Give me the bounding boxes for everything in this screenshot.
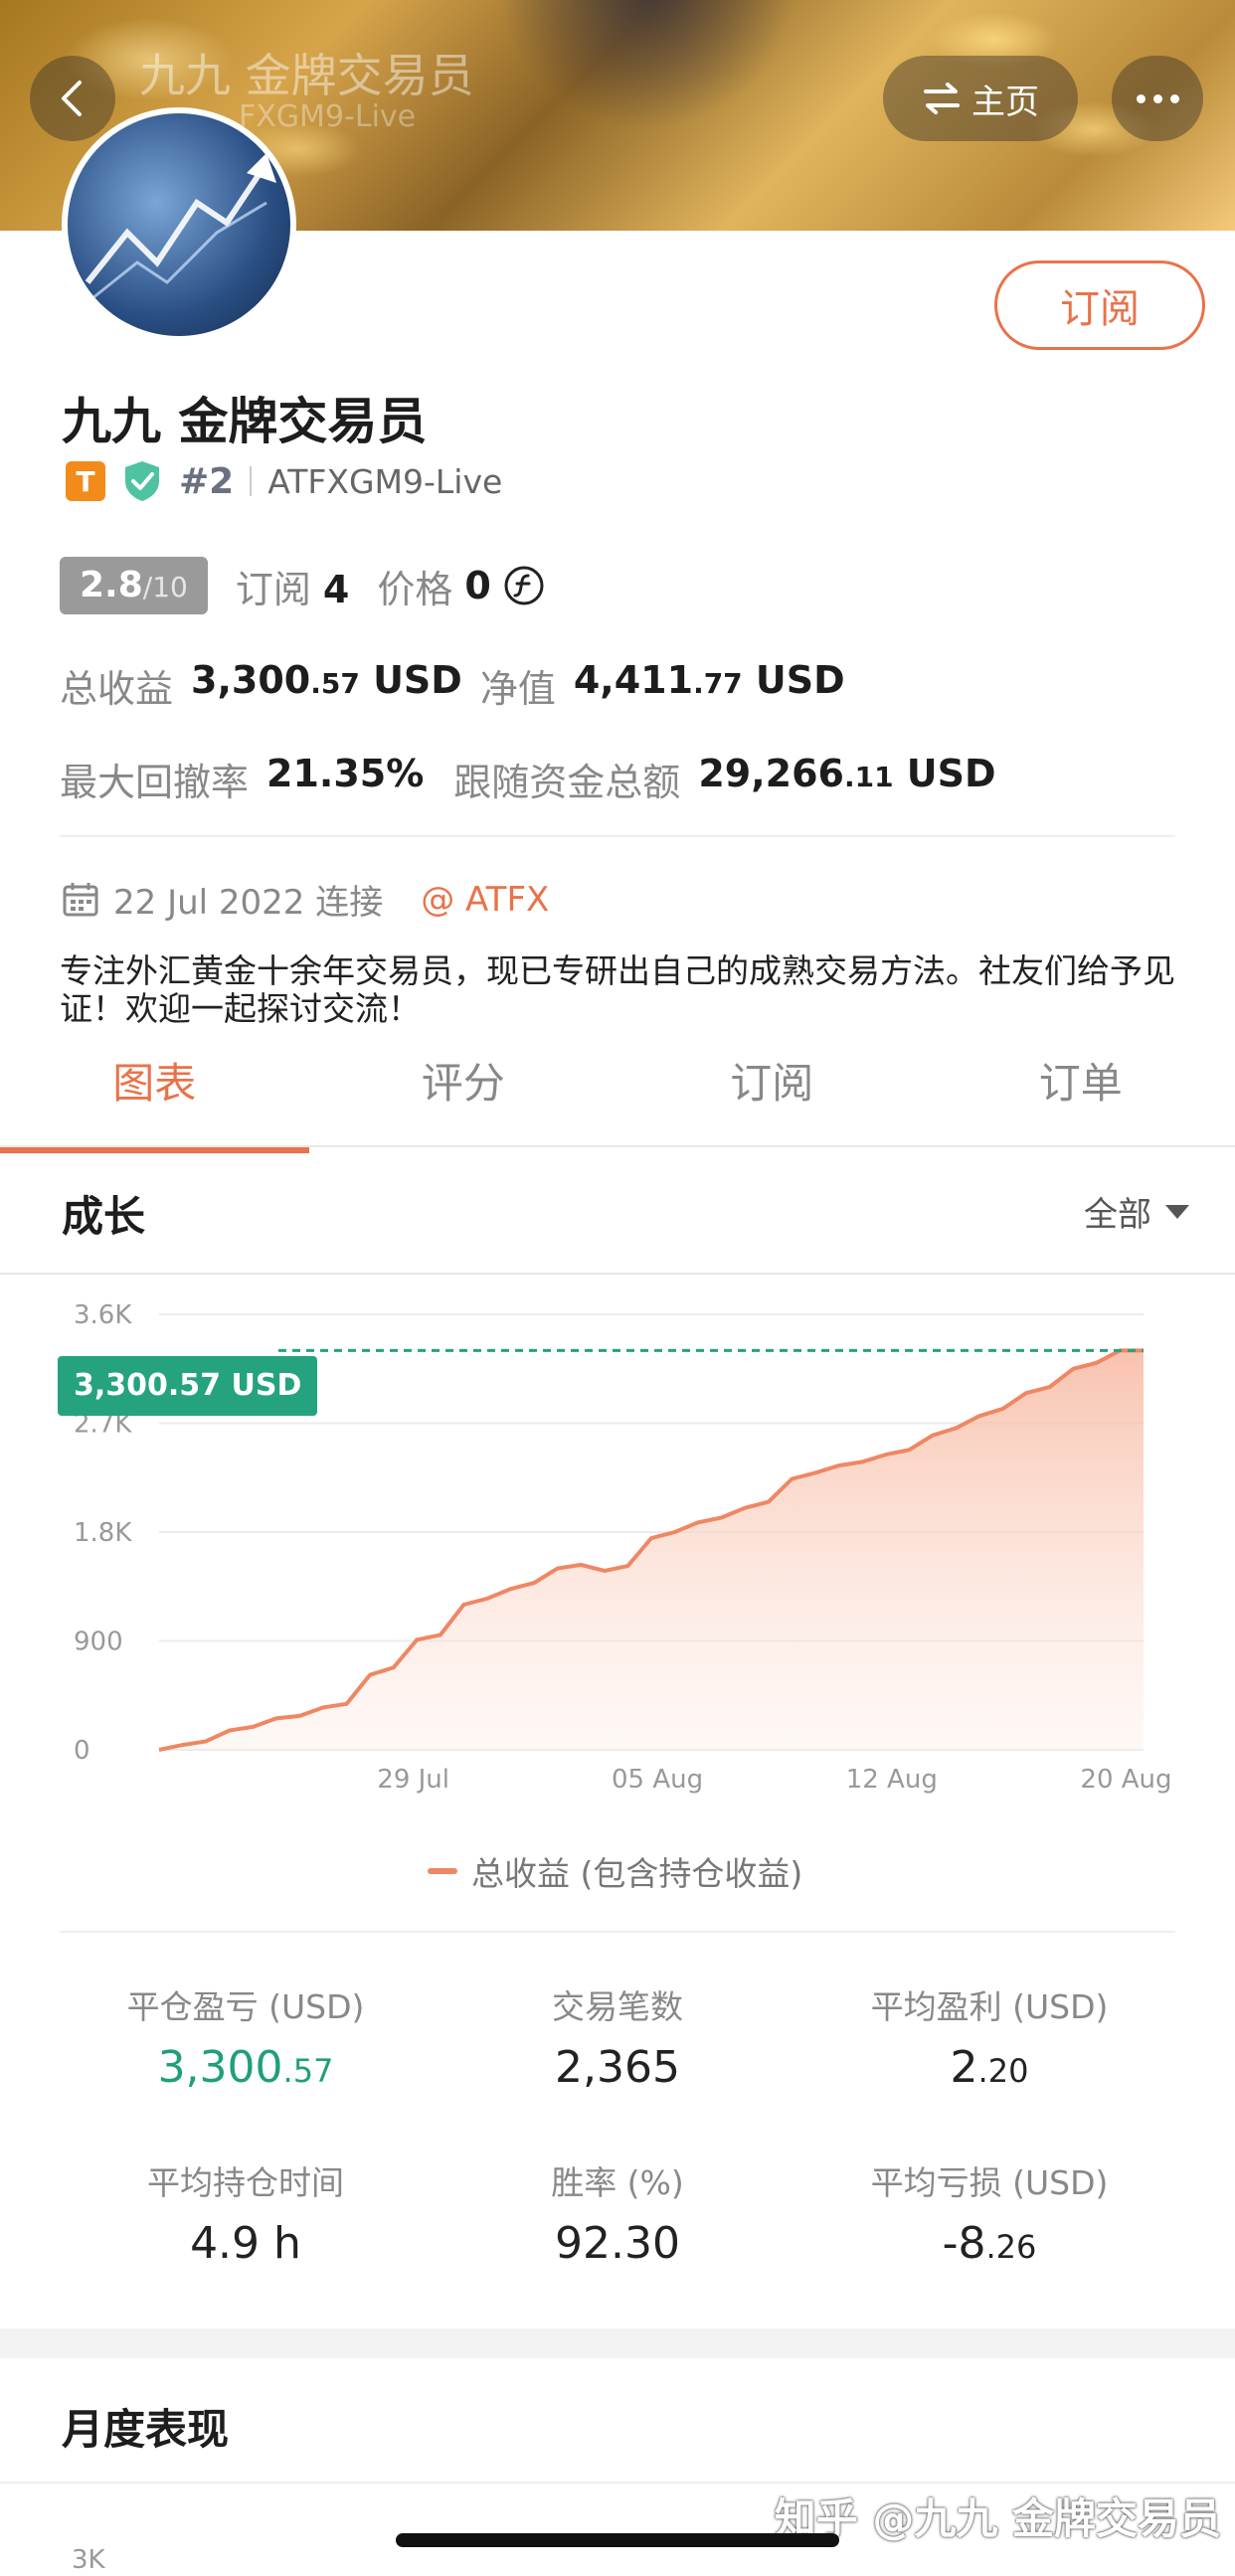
subscribers-stat: 订阅 4 (236, 559, 349, 613)
equity-label: 净值 (479, 667, 556, 711)
summary-label: 平仓盈亏 (USD) (126, 1987, 365, 2026)
back-button[interactable] (30, 56, 115, 141)
summary-label: 交易笔数 (552, 1987, 683, 2026)
total-profit-label: 总收益 (60, 667, 174, 711)
tab-orders[interactable]: 订单 (927, 1044, 1235, 1145)
summary-label: 平均持仓时间 (147, 2163, 344, 2202)
verified-shield-icon (125, 461, 159, 501)
x-tick-label: 20 Aug (1080, 1765, 1171, 1795)
range-dropdown[interactable]: 全部 (1084, 1187, 1189, 1236)
tab-bar: 图表 评分 订阅 订单 (0, 1044, 1235, 1153)
y-tick-label: 1.8K (74, 1518, 132, 1548)
more-button[interactable] (1112, 56, 1203, 141)
range-dropdown-label: 全部 (1084, 1195, 1151, 1235)
subscribe-button[interactable]: 订阅 (994, 260, 1205, 350)
subscribers-value: 4 (322, 567, 350, 611)
summary-cell: 交易笔数 2,365 (432, 1980, 803, 2093)
rating-row: 2.8/10 订阅 4 价格 0 (60, 557, 545, 614)
account-id: ATFXGM9-Live (267, 461, 503, 501)
summary-value: 2,365 (555, 2042, 680, 2093)
total-profit-value: 3,300.57 USD (191, 658, 462, 702)
monthly-performance-title: 月度表现 (62, 2405, 230, 2454)
connect-date: 22 Jul 2022 连接 (113, 883, 384, 923)
tab-subscription[interactable]: 订阅 (618, 1044, 927, 1145)
follow-capital-label: 跟随资金总额 (453, 761, 681, 804)
section-divider (60, 835, 1175, 837)
y-tick-label: 0 (74, 1736, 90, 1766)
equity-value: 4,411.77 USD (573, 658, 845, 702)
x-tick-label: 29 Jul (377, 1765, 449, 1795)
drawdown-value: 21.35% (266, 752, 425, 795)
subscribers-label: 订阅 (235, 567, 311, 611)
home-button-label: 主页 (971, 82, 1039, 122)
more-dot-icon (1136, 93, 1146, 103)
avatar[interactable] (62, 107, 296, 342)
banner-faded-title: 九九 金牌交易员 (139, 49, 474, 102)
summary-cell: 胜率 (%) 92.30 (432, 2156, 803, 2269)
growth-header: 成长 全部 (0, 1149, 1235, 1275)
coin-icon (504, 566, 544, 605)
badge-row: T #2 ATFXGM9-Live (66, 459, 502, 503)
home-button[interactable]: 主页 (883, 56, 1078, 141)
tab-rating[interactable]: 评分 (309, 1044, 618, 1145)
section-gap (0, 2328, 1235, 2358)
monthly-axis-label: 3K (72, 2545, 105, 2575)
legend-swatch (428, 1868, 457, 1874)
broker-link[interactable]: @ ATFX (421, 880, 549, 920)
trader-bio: 专注外汇黄金十余年交易员，现已专研出自己的成熟交易方法。社友们给予见证！欢迎一起… (60, 951, 1175, 1028)
follow-capital-value: 29,266.11 USD (698, 752, 996, 795)
y-tick-label: 3.6K (74, 1300, 132, 1330)
summary-label: 平均亏损 (USD) (870, 2163, 1109, 2202)
trade-summary: 平仓盈亏 (USD) 3,300.57 交易笔数 2,365 平均盈利 (USD) 2.2… (60, 1931, 1175, 2269)
growth-title: 成长 (62, 1192, 146, 1241)
more-dot-icon (1169, 93, 1179, 103)
caret-down-icon (1165, 1204, 1189, 1219)
summary-value: 2.20 (950, 2042, 1029, 2093)
score-max: /10 (142, 571, 188, 603)
legend-label: 总收益 (包含持仓收益) (471, 1854, 803, 1893)
summary-value: -8.26 (942, 2218, 1037, 2269)
tier-badge: T (66, 461, 105, 501)
drawdown-follow-row: 最大回撤率 21.35% 跟随资金总额 29,266.11 USD (60, 752, 996, 806)
x-tick-label: 12 Aug (846, 1765, 938, 1795)
tab-chart[interactable]: 图表 (0, 1044, 309, 1153)
score-value: 2.8 (80, 565, 143, 605)
trader-name: 九九 金牌交易员 (62, 393, 428, 450)
meta-row: 22 Jul 2022 连接 @ ATFX (62, 875, 549, 924)
chevron-left-icon (62, 81, 82, 116)
summary-cell: 平均盈利 (USD) 2.20 (803, 1980, 1175, 2093)
swap-icon (924, 83, 960, 114)
drawdown-label: 最大回撤率 (60, 761, 250, 804)
summary-value: 4.9 h (190, 2218, 301, 2269)
home-indicator[interactable] (396, 2533, 839, 2547)
profit-equity-row: 总收益 3,300.57 USD 净值 4,411.77 USD (60, 658, 845, 713)
banner-faded-subtitle: FXGM9-Live (239, 99, 417, 134)
avatar-image (85, 153, 276, 304)
y-tick-label: 900 (74, 1628, 123, 1657)
summary-cell: 平均亏损 (USD) -8.26 (803, 2156, 1175, 2269)
x-tick-label: 05 Aug (612, 1765, 703, 1795)
summary-cell: 平仓盈亏 (USD) 3,300.57 (60, 1980, 432, 2093)
summary-label: 胜率 (%) (551, 2163, 684, 2202)
rank-badge: #2 (179, 460, 235, 502)
price-stat: 价格 0 (377, 559, 544, 613)
chart-legend: 总收益 (包含持仓收益) (428, 1847, 802, 1895)
price-value: 0 (464, 564, 491, 607)
price-label: 价格 (377, 567, 453, 611)
summary-cell: 平均持仓时间 4.9 h (60, 2156, 432, 2269)
current-value-tag: 3,300.57 USD (58, 1356, 318, 1416)
summary-value: 92.30 (555, 2218, 680, 2269)
score-badge: 2.8/10 (60, 557, 208, 614)
more-dot-icon (1152, 93, 1162, 103)
watermark: 知乎 @九九 金牌交易员 (774, 2494, 1221, 2543)
growth-chart: 0 900 1.8K 2.7K 3.6K 29 Jul 05 Aug 12 Aug 20 Au… (0, 1292, 1235, 1849)
summary-label: 平均盈利 (USD) (870, 1987, 1109, 2026)
badge-separator (250, 466, 253, 496)
summary-value: 3,300.57 (157, 2042, 334, 2093)
monthly-divider (0, 2482, 1235, 2484)
calendar-icon (63, 882, 98, 916)
